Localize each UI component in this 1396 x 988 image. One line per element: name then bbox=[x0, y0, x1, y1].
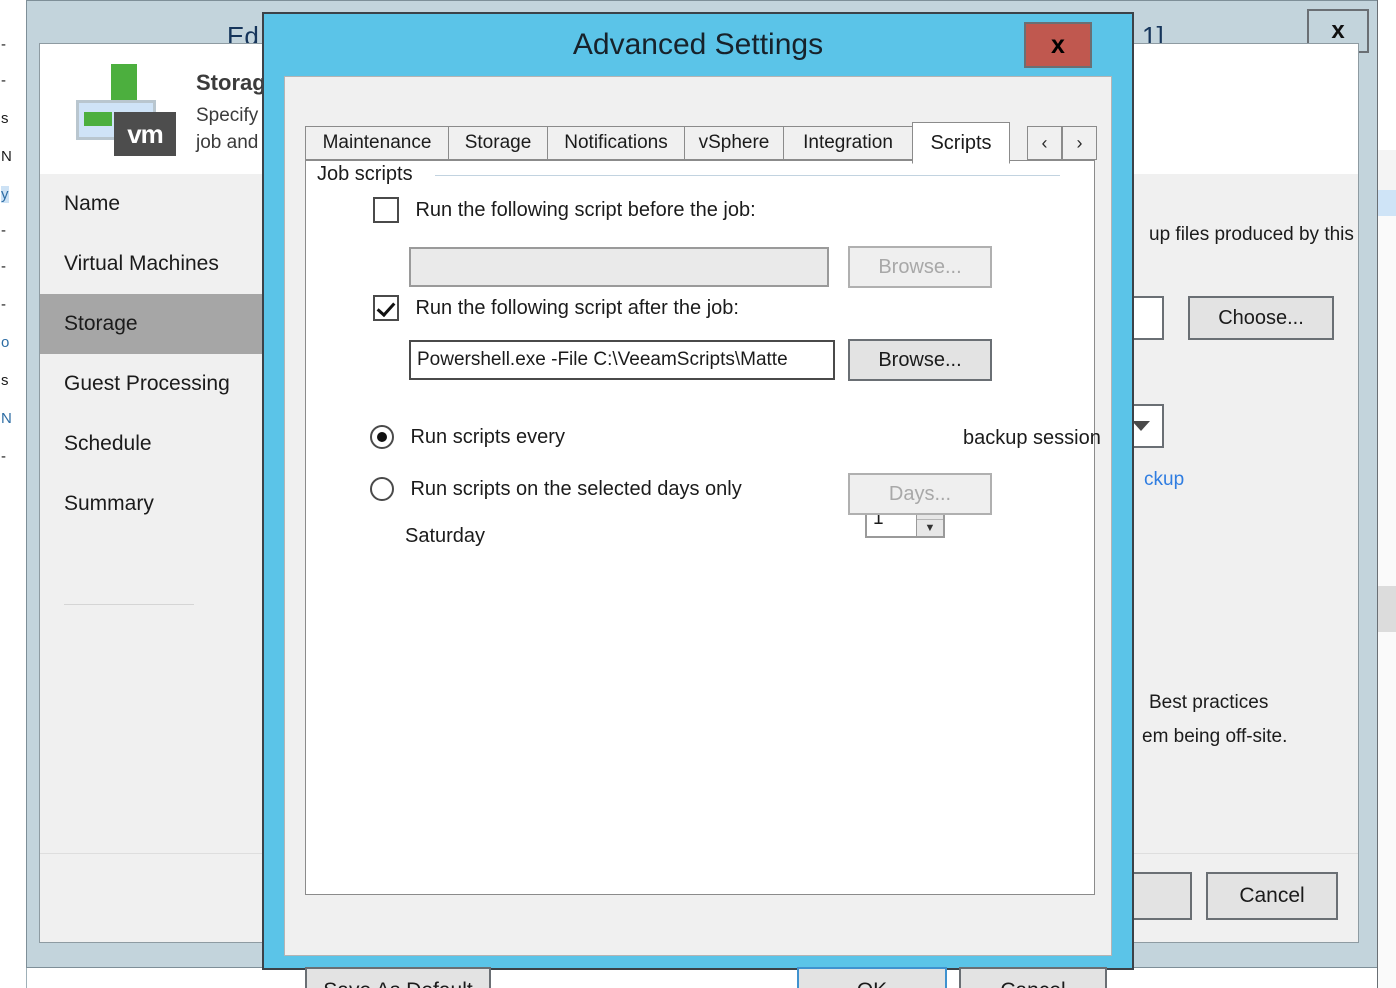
advanced-settings-close-button[interactable]: x bbox=[1024, 22, 1092, 68]
advanced-cancel-button[interactable]: Cancel bbox=[959, 967, 1107, 988]
nav-divider bbox=[64, 604, 194, 605]
background-text-fragment: - bbox=[1, 72, 6, 89]
backup-session-unit-label: backup session bbox=[963, 427, 1101, 449]
background-text-fragment: - bbox=[1, 296, 6, 313]
backup-repository-description: up files produced by this bbox=[1149, 224, 1354, 245]
save-as-default-button[interactable]: Save As Default bbox=[305, 967, 491, 988]
run-every-row: Run scripts every bbox=[370, 425, 565, 449]
tab-vsphere[interactable]: vSphere bbox=[684, 126, 784, 160]
run-before-row: Run the following script before the job: bbox=[373, 197, 756, 223]
tab-scripts[interactable]: Scripts bbox=[912, 122, 1010, 164]
nav-label: Summary bbox=[64, 492, 154, 515]
right-sliver-band bbox=[1378, 216, 1396, 586]
tabstrip: Maintenance Storage Notifications vSpher… bbox=[305, 122, 1097, 164]
tab-integration[interactable]: Integration bbox=[783, 126, 913, 160]
advanced-settings-dialog: Advanced Settings x Maintenance Storage … bbox=[262, 12, 1134, 988]
after-script-browse-button[interactable]: Browse... bbox=[848, 339, 992, 381]
background-text-fragment: y bbox=[1, 186, 9, 203]
background-window-left-sliver: - - s Ny - - - o s N - bbox=[0, 0, 27, 988]
tab-prev-button[interactable]: ‹ bbox=[1027, 126, 1062, 160]
run-script-before-label: Run the following script before the job: bbox=[415, 198, 756, 221]
after-script-path-input[interactable]: Powershell.exe -File C:\VeeamScripts\Mat… bbox=[409, 340, 835, 380]
tab-maintenance[interactable]: Maintenance bbox=[305, 126, 449, 160]
background-text-fragment: - bbox=[1, 36, 6, 53]
run-every-session-radio[interactable] bbox=[370, 425, 394, 449]
advanced-settings-title: Advanced Settings bbox=[572, 28, 824, 61]
wizard-cancel-button[interactable]: Cancel bbox=[1206, 872, 1338, 920]
nav-label: Virtual Machines bbox=[64, 252, 219, 275]
best-practices-hint-line2: em being off-site. bbox=[1142, 726, 1288, 747]
background-app-right-sliver bbox=[1377, 0, 1396, 988]
selected-days-value: Saturday bbox=[405, 525, 486, 547]
tab-storage[interactable]: Storage bbox=[448, 126, 548, 160]
before-script-path-input[interactable] bbox=[409, 247, 829, 287]
tab-notifications[interactable]: Notifications bbox=[547, 126, 685, 160]
run-selected-days-radio[interactable] bbox=[370, 477, 394, 501]
background-text-fragment: s bbox=[1, 110, 9, 127]
nav-label: Name bbox=[64, 192, 121, 215]
job-scripts-group-label: Job scripts bbox=[317, 163, 421, 186]
right-sliver-band bbox=[1378, 586, 1396, 632]
run-selected-days-label: Run scripts on the selected days only bbox=[410, 477, 742, 500]
advanced-settings-body: Maintenance Storage Notifications vSpher… bbox=[284, 76, 1112, 988]
map-backup-link[interactable]: ckup bbox=[1144, 469, 1184, 491]
vm-storage-icon: vm bbox=[68, 62, 178, 158]
ok-button[interactable]: OK bbox=[797, 967, 947, 988]
run-after-row: Run the following script after the job: bbox=[373, 295, 739, 321]
stepper-down-icon[interactable]: ▼ bbox=[917, 519, 943, 536]
before-script-browse-button[interactable]: Browse... bbox=[848, 246, 992, 288]
run-script-after-checkbox[interactable] bbox=[373, 295, 399, 321]
run-script-after-label: Run the following script after the job: bbox=[415, 296, 739, 319]
background-text-fragment: - bbox=[1, 258, 6, 275]
chevron-down-icon bbox=[1132, 421, 1150, 431]
tab-next-button[interactable]: › bbox=[1062, 126, 1097, 160]
right-sliver-selection bbox=[1378, 190, 1396, 216]
best-practices-hint-line1: Best practices bbox=[1149, 692, 1269, 713]
nav-label: Storage bbox=[64, 312, 138, 335]
run-every-session-label: Run scripts every bbox=[410, 425, 565, 448]
choose-button[interactable]: Choose... bbox=[1188, 296, 1334, 340]
server-led bbox=[84, 112, 112, 126]
vm-badge: vm bbox=[114, 112, 176, 156]
nav-label: Guest Processing bbox=[64, 372, 230, 395]
advanced-settings-titlebar: Advanced Settings x bbox=[264, 14, 1132, 80]
right-sliver-band bbox=[1378, 0, 1396, 150]
days-button[interactable]: Days... bbox=[848, 473, 992, 515]
background-text-fragment: N bbox=[1, 148, 12, 165]
job-scripts-group-line bbox=[435, 175, 1060, 176]
run-script-before-checkbox[interactable] bbox=[373, 197, 399, 223]
background-text-fragment: N bbox=[1, 410, 12, 427]
right-sliver-band bbox=[1378, 632, 1396, 988]
run-selected-days-row: Run scripts on the selected days only bbox=[370, 477, 742, 501]
background-text-fragment: - bbox=[1, 222, 6, 239]
background-text-fragment: s bbox=[1, 372, 9, 389]
right-sliver-band bbox=[1378, 150, 1396, 190]
nav-label: Schedule bbox=[64, 432, 152, 455]
background-text-fragment: - bbox=[1, 448, 6, 465]
background-text-fragment: o bbox=[1, 334, 10, 351]
